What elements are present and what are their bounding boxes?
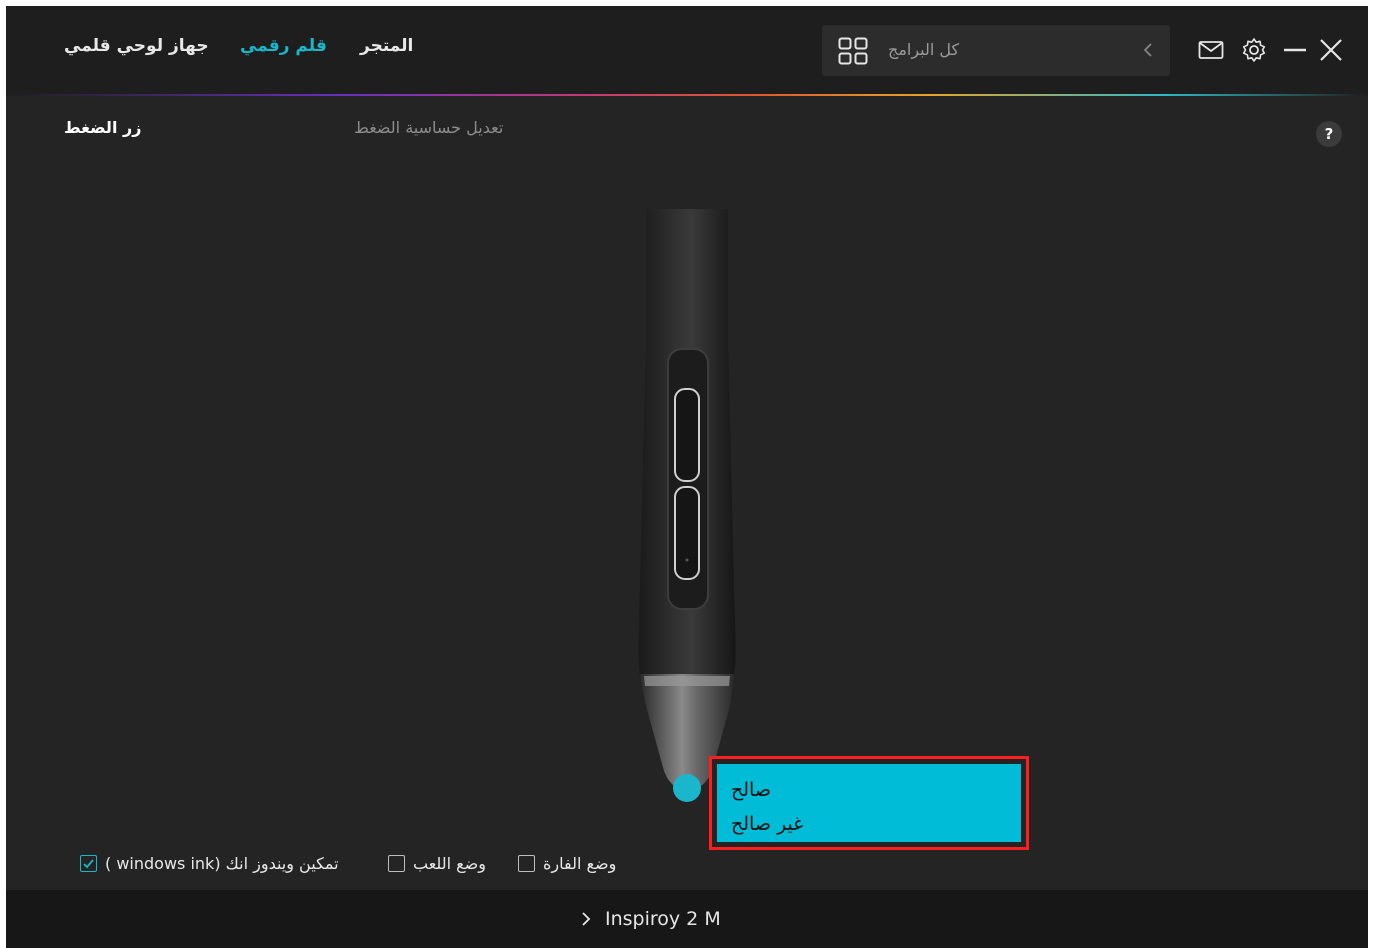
- device-selector[interactable]: Inspiroy 2 M: [581, 908, 721, 930]
- dropdown-option-invalid[interactable]: غير صالح: [731, 806, 1021, 840]
- chevron-right-icon: [582, 912, 591, 926]
- mouse-mode-label: وضع الفارة: [543, 853, 617, 873]
- minimize-icon[interactable]: [1282, 37, 1308, 63]
- pen-tip-marker[interactable]: [672, 773, 702, 803]
- footer-bar: Inspiroy 2 M: [6, 890, 1368, 948]
- game-mode-label: وضع اللعب: [413, 853, 486, 873]
- nav-tab-pen[interactable]: قلم رقمي: [240, 36, 327, 56]
- tip-action-dropdown: صالح غير صالح: [709, 756, 1029, 850]
- dropdown-option-valid[interactable]: صالح: [731, 772, 1021, 806]
- header-accent-line: [6, 94, 1368, 96]
- mouse-mode-option: وضع الفارة: [518, 851, 616, 875]
- app-switcher[interactable]: كل البرامج: [822, 25, 1170, 76]
- mail-icon[interactable]: [1198, 37, 1224, 63]
- nav-tab-tablet[interactable]: جهاز لوحي قلمي: [64, 36, 209, 56]
- help-button[interactable]: ?: [1316, 121, 1342, 147]
- mouse-mode-checkbox[interactable]: [518, 854, 535, 872]
- gear-icon[interactable]: [1241, 37, 1267, 63]
- tab-pressure-sensitivity[interactable]: تعديل حساسية الضغط: [354, 118, 503, 137]
- close-icon[interactable]: [1318, 37, 1344, 63]
- app-switcher-label: كل البرامج: [888, 40, 960, 59]
- app-window: جهاز لوحي قلمي قلم رقمي المتجر كل البرام…: [6, 6, 1368, 948]
- chevron-left-icon[interactable]: [1142, 41, 1154, 59]
- windows-ink-label: تمكين ويندوز انك (windows ink ): [105, 853, 339, 873]
- grid-icon: [838, 37, 868, 65]
- device-name: Inspiroy 2 M: [605, 908, 721, 930]
- windows-ink-option: تمكين ويندوز انك (windows ink ): [80, 851, 339, 875]
- tab-press-button[interactable]: زر الضغط: [64, 118, 141, 137]
- game-mode-checkbox[interactable]: [388, 854, 405, 872]
- windows-ink-checkbox[interactable]: [80, 854, 97, 872]
- game-mode-option: وضع اللعب: [388, 851, 486, 875]
- header-bar: جهاز لوحي قلمي قلم رقمي المتجر كل البرام…: [6, 6, 1368, 94]
- pen-illustration: [638, 209, 736, 790]
- nav-tab-store[interactable]: المتجر: [360, 36, 413, 56]
- check-icon: [83, 858, 94, 868]
- dropdown-list: صالح غير صالح: [717, 764, 1021, 842]
